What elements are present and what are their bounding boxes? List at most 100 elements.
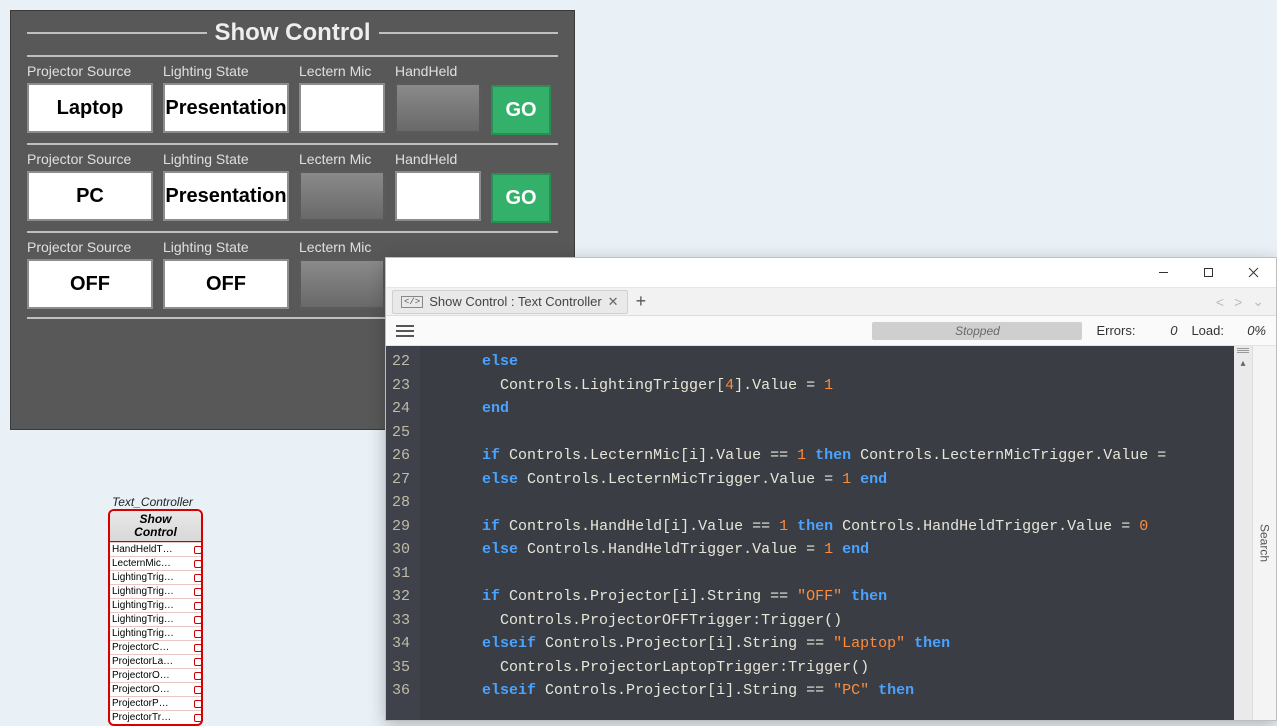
line-gutter: 222324252627282930313233343536	[386, 346, 420, 720]
pin-row[interactable]: LightingTrig…LX2	[110, 598, 201, 612]
pin-port-icon[interactable]	[194, 672, 202, 680]
nav-dropdown-icon[interactable]: ⌄	[1250, 293, 1266, 310]
column-label: Lectern Mic	[299, 63, 385, 79]
column-label: HandHeld	[395, 151, 481, 167]
pin-port-icon[interactable]	[194, 588, 202, 596]
pin-label: ProjectorLa…	[112, 656, 193, 667]
pin-port-icon[interactable]	[194, 560, 202, 568]
menu-button[interactable]	[396, 325, 414, 337]
code-area[interactable]: else Controls.LightingTrigger[4].Value =…	[420, 346, 1234, 720]
value-cell[interactable]	[395, 83, 481, 133]
value-cell[interactable]: PC	[27, 171, 153, 221]
control-column: Lighting State OFF	[163, 239, 289, 309]
pin-port-icon[interactable]	[194, 546, 202, 554]
column-label: Projector Source	[27, 63, 153, 79]
control-column: HandHeld	[395, 151, 481, 221]
node-body[interactable]: Show Control HandHeldT…HandLecternMic…Le…	[108, 509, 203, 726]
split-handle-icon[interactable]	[1236, 348, 1250, 354]
divider	[27, 55, 558, 57]
value-cell[interactable]: Laptop	[27, 83, 153, 133]
column-label: Lighting State	[163, 63, 289, 79]
column-label: Lighting State	[163, 151, 289, 167]
pin-port-icon[interactable]	[194, 630, 202, 638]
nav-next-icon[interactable]: >	[1232, 294, 1244, 310]
pin-label: LightingTrig…	[112, 600, 193, 611]
text-controller-node: Text_Controller Show Control HandHeldT…H…	[108, 495, 203, 726]
load-label: Load:	[1191, 323, 1224, 338]
pin-row[interactable]: LightingTrig…	[110, 570, 201, 584]
value-cell[interactable]	[299, 259, 385, 309]
new-tab-button[interactable]: +	[632, 291, 651, 312]
control-row: Projector Source PC Lighting State Presenta…	[27, 151, 558, 223]
pin-label: LightingTrig…	[112, 628, 193, 639]
control-column: HandHeld	[395, 63, 481, 133]
control-column: Lectern Mic	[299, 63, 385, 133]
pin-label: HandHeldT…	[112, 544, 193, 555]
run-status: Stopped	[872, 322, 1082, 340]
scroll-up-icon[interactable]: ▴	[1234, 358, 1252, 369]
tab-strip: </> Show Control : Text Controller ✕ + <…	[386, 288, 1276, 316]
column-label: Lighting State	[163, 239, 289, 255]
column-label: HandHeld	[395, 63, 481, 79]
go-button[interactable]: GO	[491, 173, 551, 223]
value-cell[interactable]: OFF	[163, 259, 289, 309]
column-label: Lectern Mic	[299, 151, 385, 167]
script-editor-window: </> Show Control : Text Controller ✕ + <…	[385, 257, 1277, 721]
pin-label: LightingTrig…	[112, 614, 193, 625]
column-label: Projector Source	[27, 151, 153, 167]
value-cell[interactable]	[299, 83, 385, 133]
divider	[27, 231, 558, 233]
window-title-bar[interactable]	[386, 258, 1276, 288]
pin-label: LecternMic…	[112, 558, 193, 569]
maximize-button[interactable]	[1186, 258, 1231, 288]
minimize-button[interactable]	[1141, 258, 1186, 288]
pin-row[interactable]: ProjectorTr…	[110, 710, 201, 724]
pin-port-icon[interactable]	[194, 616, 202, 624]
pin-label: ProjectorO…	[112, 684, 193, 695]
search-panel-tab[interactable]: Search	[1252, 346, 1276, 720]
control-column: Lighting State Presentation	[163, 151, 289, 221]
pin-label: ProjectorC…	[112, 642, 193, 653]
value-cell[interactable]	[395, 171, 481, 221]
nav-prev-icon[interactable]: <	[1214, 294, 1226, 310]
close-button[interactable]	[1231, 258, 1276, 288]
divider	[27, 143, 558, 145]
pin-port-icon[interactable]	[194, 602, 202, 610]
close-tab-icon[interactable]: ✕	[608, 294, 619, 310]
errors-value: 0	[1149, 323, 1177, 338]
vertical-scrollbar[interactable]: ▴	[1234, 346, 1252, 720]
pin-port-icon[interactable]	[194, 658, 202, 666]
pin-label: LightingTrig…	[112, 572, 193, 583]
pin-row[interactable]: ProjectorO…ProjOff	[110, 668, 201, 682]
editor-toolbar: Stopped Errors: 0 Load: 0%	[386, 316, 1276, 346]
pin-port-icon[interactable]	[194, 700, 202, 708]
code-editor[interactable]: 222324252627282930313233343536 else Cont…	[386, 346, 1276, 720]
pin-row[interactable]: ProjectorC…ProjCam	[110, 640, 201, 654]
pin-row[interactable]: LecternMic…LecternMic	[110, 556, 201, 570]
value-cell[interactable]: OFF	[27, 259, 153, 309]
control-column: Lectern Mic	[299, 239, 385, 309]
pin-row[interactable]: ProjectorO…ProjOn	[110, 682, 201, 696]
value-cell[interactable]: Presentation	[163, 83, 289, 133]
control-column: Projector Source Laptop	[27, 63, 153, 133]
pin-port-icon[interactable]	[194, 686, 202, 694]
pin-row[interactable]: LightingTrig…LX3	[110, 612, 201, 626]
pin-label: ProjectorO…	[112, 670, 193, 681]
pin-port-icon[interactable]	[194, 574, 202, 582]
pin-row[interactable]: LightingTrig…LX1	[110, 584, 201, 598]
pin-row[interactable]: LightingTrig…LX4	[110, 626, 201, 640]
pin-port-icon[interactable]	[194, 644, 202, 652]
control-row: Projector Source Laptop Lighting State Pres…	[27, 63, 558, 135]
control-column: Projector Source PC	[27, 151, 153, 221]
go-button[interactable]: GO	[491, 85, 551, 135]
column-label: Projector Source	[27, 239, 153, 255]
value-cell[interactable]	[299, 171, 385, 221]
node-header[interactable]: Show Control	[110, 511, 201, 542]
pin-row[interactable]: HandHeldT…Hand	[110, 542, 201, 556]
pin-row[interactable]: ProjectorLa…ProjLaptop	[110, 654, 201, 668]
control-column: Lectern Mic	[299, 151, 385, 221]
pin-row[interactable]: ProjectorP…ProjPC	[110, 696, 201, 710]
value-cell[interactable]: Presentation	[163, 171, 289, 221]
control-column: Lighting State Presentation	[163, 63, 289, 133]
tab-show-control[interactable]: </> Show Control : Text Controller ✕	[392, 290, 628, 314]
